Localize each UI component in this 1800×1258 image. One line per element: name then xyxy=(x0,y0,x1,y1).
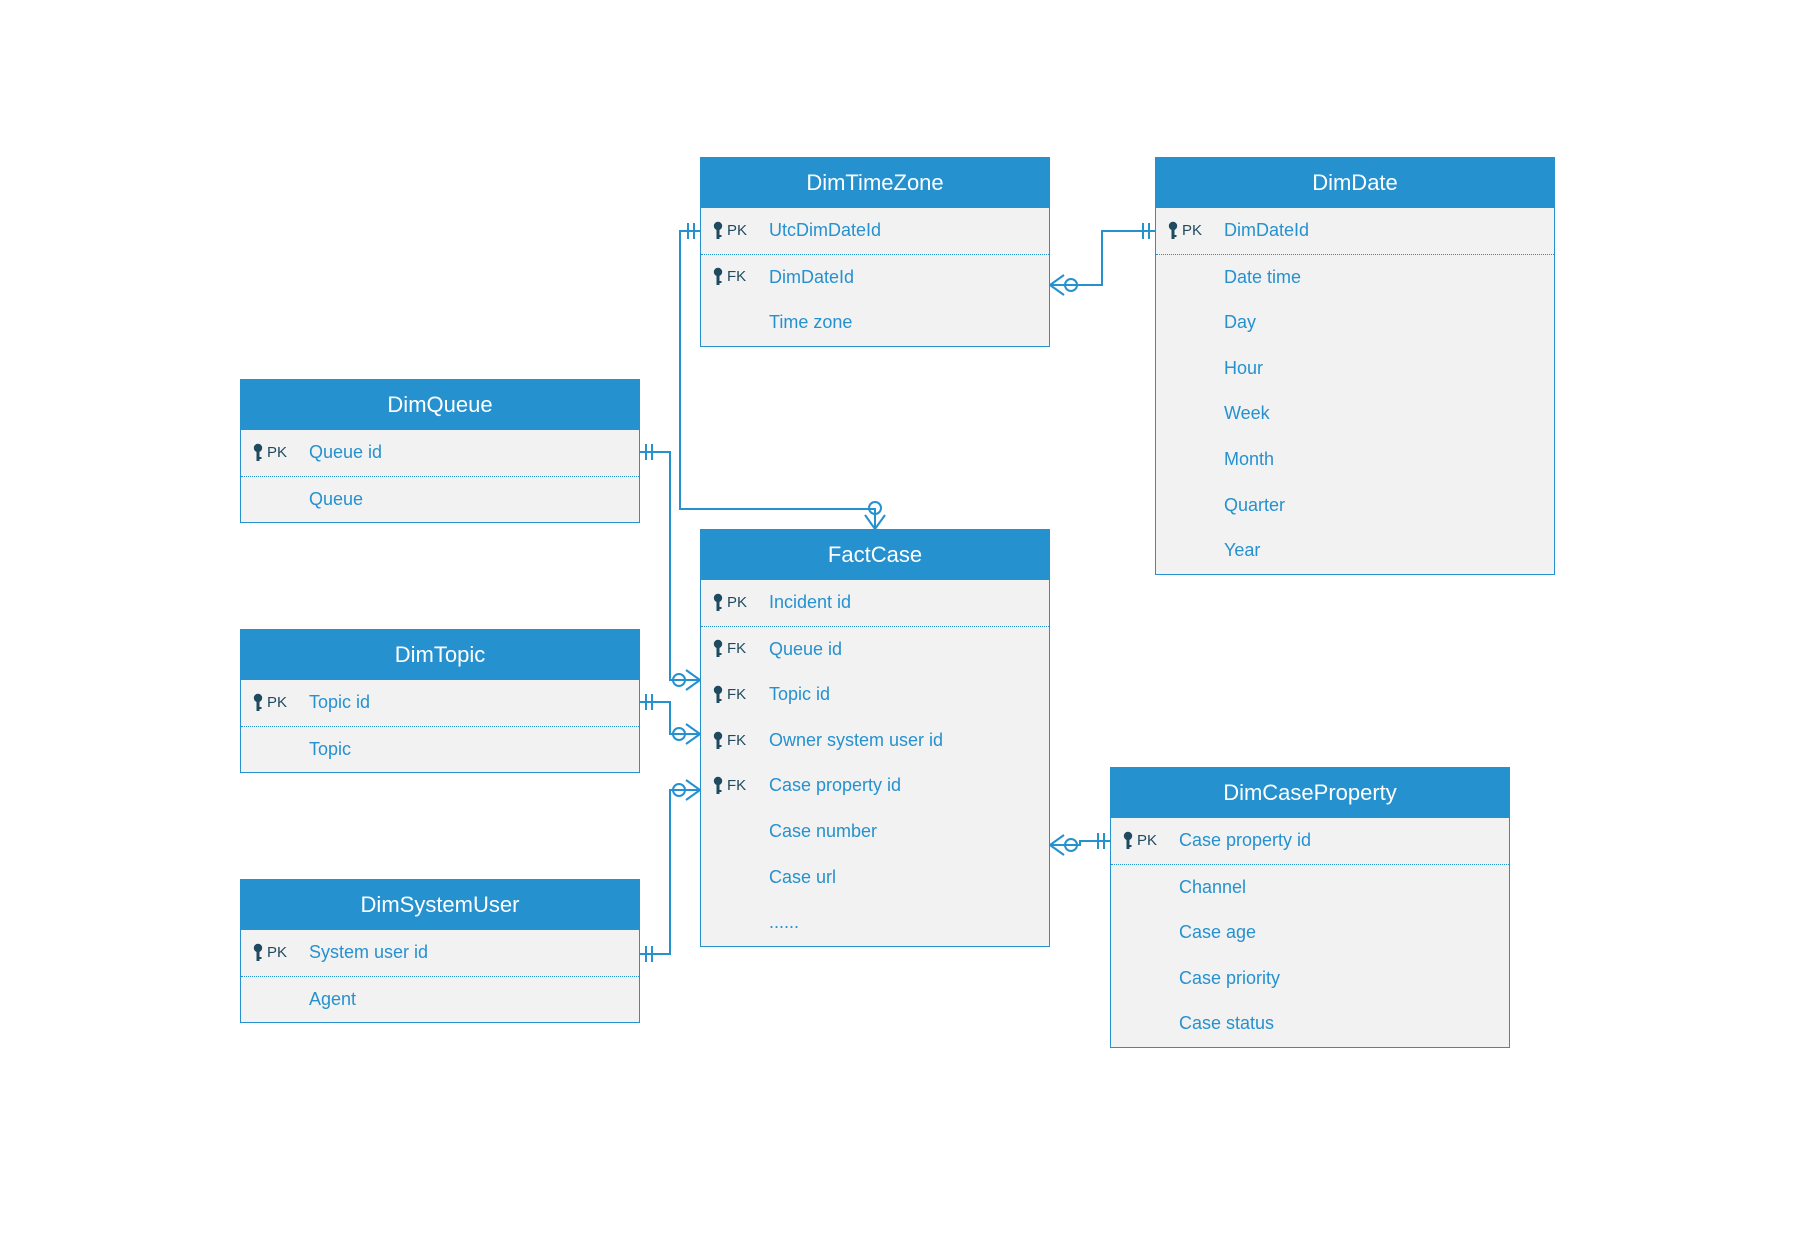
key-icon xyxy=(711,731,725,751)
attribute-name: Case status xyxy=(1179,1013,1499,1035)
entity-title: DimQueue xyxy=(241,380,639,430)
attribute-name: Case property id xyxy=(769,775,1039,797)
table-row: Quarter xyxy=(1156,483,1554,529)
key-type: PK xyxy=(267,444,287,462)
entity-title: DimCaseProperty xyxy=(1111,768,1509,818)
key-icon xyxy=(1166,221,1180,241)
attribute-name: System user id xyxy=(309,942,629,964)
table-row: Time zone xyxy=(701,300,1049,346)
key-icon xyxy=(711,221,725,241)
table-row: FK Owner system user id xyxy=(701,718,1049,764)
key-type: FK xyxy=(727,268,746,286)
table-row: Case status xyxy=(1111,1001,1509,1047)
entity-factcase[interactable]: FactCase PK Incident id FK Queue id xyxy=(700,529,1050,947)
table-row: PK UtcDimDateId xyxy=(701,208,1049,254)
attribute-name: Hour xyxy=(1224,358,1544,380)
key-icon xyxy=(251,943,265,963)
attribute-name: Week xyxy=(1224,403,1544,425)
key-type: FK xyxy=(727,777,746,795)
table-row: PK Queue id xyxy=(241,430,639,476)
attribute-name: Quarter xyxy=(1224,495,1544,517)
table-row: PK DimDateId xyxy=(1156,208,1554,254)
table-row: PK Incident id xyxy=(701,580,1049,626)
attribute-name: UtcDimDateId xyxy=(769,220,1039,242)
table-row: ...... xyxy=(701,900,1049,946)
key-type: PK xyxy=(267,944,287,962)
key-icon xyxy=(251,443,265,463)
attribute-name: Case url xyxy=(769,867,1039,889)
attribute-name: Case number xyxy=(769,821,1039,843)
table-row: Case number xyxy=(701,809,1049,855)
attribute-name: Owner system user id xyxy=(769,730,1039,752)
key-icon xyxy=(711,776,725,796)
table-row: Date time xyxy=(1156,254,1554,301)
attribute-name: DimDateId xyxy=(1224,220,1544,242)
entity-dimdate[interactable]: DimDate PK DimDateId Date time Day Hour … xyxy=(1155,157,1555,575)
er-diagram-canvas: DimTimeZone PK UtcDimDateId FK DimDateId… xyxy=(230,139,1570,1119)
attribute-name: Time zone xyxy=(769,312,1039,334)
table-row: PK Topic id xyxy=(241,680,639,726)
key-icon xyxy=(1121,831,1135,851)
entity-title: DimDate xyxy=(1156,158,1554,208)
attribute-name: ...... xyxy=(769,912,1039,934)
table-row: Topic xyxy=(241,726,639,773)
table-row: Queue xyxy=(241,476,639,523)
attribute-name: Topic id xyxy=(769,684,1039,706)
key-type: FK xyxy=(727,640,746,658)
key-type: PK xyxy=(267,694,287,712)
key-icon xyxy=(711,593,725,613)
table-row: PK System user id xyxy=(241,930,639,976)
entity-dimtimezone[interactable]: DimTimeZone PK UtcDimDateId FK DimDateId… xyxy=(700,157,1050,347)
table-row: Case priority xyxy=(1111,956,1509,1002)
attribute-name: DimDateId xyxy=(769,267,1039,289)
entity-title: DimSystemUser xyxy=(241,880,639,930)
entity-dimcaseproperty[interactable]: DimCaseProperty PK Case property id Chan… xyxy=(1110,767,1510,1048)
key-icon xyxy=(251,693,265,713)
table-row: Year xyxy=(1156,528,1554,574)
attribute-name: Date time xyxy=(1224,267,1544,289)
attribute-name: Year xyxy=(1224,540,1544,562)
table-row: FK Queue id xyxy=(701,626,1049,673)
table-row: FK DimDateId xyxy=(701,254,1049,301)
key-icon xyxy=(711,267,725,287)
key-icon xyxy=(711,685,725,705)
attribute-name: Case priority xyxy=(1179,968,1499,990)
entity-title: DimTopic xyxy=(241,630,639,680)
attribute-name: Case property id xyxy=(1179,830,1499,852)
attribute-name: Month xyxy=(1224,449,1544,471)
key-type: PK xyxy=(727,222,747,240)
table-row: Day xyxy=(1156,300,1554,346)
entity-dimsystemuser[interactable]: DimSystemUser PK System user id Agent xyxy=(240,879,640,1023)
key-type: FK xyxy=(727,732,746,750)
table-row: Agent xyxy=(241,976,639,1023)
table-row: Case age xyxy=(1111,910,1509,956)
table-row: FK Case property id xyxy=(701,763,1049,809)
attribute-name: Incident id xyxy=(769,592,1039,614)
table-row: FK Topic id xyxy=(701,672,1049,718)
entity-dimtopic[interactable]: DimTopic PK Topic id Topic xyxy=(240,629,640,773)
attribute-name: Channel xyxy=(1179,877,1499,899)
table-row: Case url xyxy=(701,855,1049,901)
table-row: Hour xyxy=(1156,346,1554,392)
key-type: PK xyxy=(727,594,747,612)
attribute-name: Case age xyxy=(1179,922,1499,944)
key-type: PK xyxy=(1182,222,1202,240)
attribute-name: Queue id xyxy=(309,442,629,464)
table-row: Channel xyxy=(1111,864,1509,911)
key-icon xyxy=(711,639,725,659)
attribute-name: Topic xyxy=(309,739,629,761)
attribute-name: Topic id xyxy=(309,692,629,714)
attribute-name: Agent xyxy=(309,989,629,1011)
table-row: Week xyxy=(1156,391,1554,437)
attribute-name: Queue id xyxy=(769,639,1039,661)
attribute-name: Day xyxy=(1224,312,1544,334)
table-row: Month xyxy=(1156,437,1554,483)
entity-dimqueue[interactable]: DimQueue PK Queue id Queue xyxy=(240,379,640,523)
key-type: FK xyxy=(727,686,746,704)
key-type: PK xyxy=(1137,832,1157,850)
entity-title: DimTimeZone xyxy=(701,158,1049,208)
table-row: PK Case property id xyxy=(1111,818,1509,864)
attribute-name: Queue xyxy=(309,489,629,511)
entity-title: FactCase xyxy=(701,530,1049,580)
